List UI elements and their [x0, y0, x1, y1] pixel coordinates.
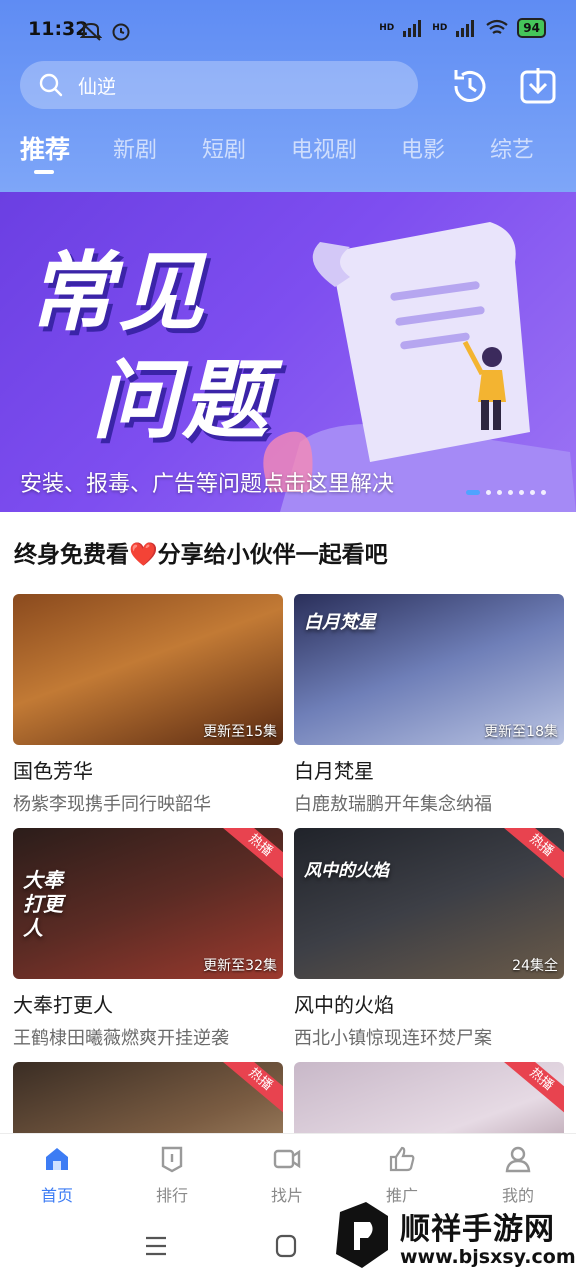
menu-icon[interactable] [144, 1235, 168, 1257]
tab-movie[interactable]: 电影 [401, 132, 445, 164]
bottom-tab-ranking[interactable]: 排行 [127, 1144, 217, 1206]
poster-title-art: 大奉打更人 [23, 868, 63, 940]
tab-new-drama[interactable]: 新剧 [113, 132, 157, 164]
bottom-tab-home[interactable]: 首页 [12, 1144, 102, 1206]
banner-headline-1: 常见 [28, 243, 208, 343]
tab-variety[interactable]: 综艺 [490, 132, 534, 164]
search-input[interactable]: 仙逆 [78, 72, 116, 99]
active-tab-indicator [34, 170, 54, 174]
net-label-1: HD [379, 23, 395, 33]
episode-badge: 更新至15集 [203, 724, 277, 740]
battery-indicator: 94 [517, 18, 546, 38]
net-label-2: HD [432, 23, 448, 33]
hot-tag: 热播 [500, 1062, 564, 1117]
episode-badge: 更新至18集 [484, 724, 558, 740]
hot-tag: 热播 [219, 828, 283, 883]
show-poster[interactable]: 白月梵星 更新至18集 [294, 594, 564, 745]
tab-short-drama[interactable]: 短剧 [202, 132, 246, 164]
faq-banner[interactable]: 常见 问题 安装、报毒、广告等问题点击这里解决 [0, 192, 576, 512]
user-icon [505, 1146, 531, 1173]
history-icon[interactable] [448, 64, 492, 108]
bottom-tab-label: 找片 [270, 1186, 303, 1205]
carousel-dot[interactable] [541, 490, 546, 495]
banner-illustration [263, 222, 576, 512]
section-title: 终身免费看❤️分享给小伙伴一起看吧 [14, 542, 388, 568]
hot-tag: 热播 [500, 828, 564, 883]
show-title: 大奉打更人 [13, 993, 113, 1017]
show-title: 白月梵星 [294, 759, 374, 783]
bottom-tab-find[interactable]: 找片 [242, 1144, 332, 1206]
show-title: 国色芳华 [13, 759, 93, 783]
show-title: 风中的火焰 [294, 993, 394, 1017]
carousel-dot[interactable] [508, 490, 513, 495]
search-bar[interactable]: 仙逆 [20, 61, 418, 109]
download-icon[interactable] [516, 64, 560, 108]
ranking-icon [161, 1146, 183, 1173]
poster-title-art: 白月梵星 [304, 612, 376, 633]
header: 11:32 HD HD 94 仙逆 推荐 新剧 短剧 电视剧 电影 综艺 [0, 0, 576, 192]
hot-tag: 热播 [219, 1062, 283, 1117]
mute-icon [80, 22, 102, 41]
watermark-url: www.bjsxsy.com [400, 1246, 576, 1268]
watermark-name: 顺祥手游网 [400, 1212, 555, 1247]
home-icon [46, 1148, 68, 1170]
alarm-icon [112, 23, 130, 41]
watermark-logo-icon [336, 1202, 388, 1268]
show-subtitle: 白鹿敖瑞鹏开年集念纳福 [294, 794, 492, 815]
tab-tv-series[interactable]: 电视剧 [291, 132, 357, 164]
carousel-dot[interactable] [497, 490, 502, 495]
wifi-icon [486, 19, 508, 34]
signal-icon-2 [456, 20, 475, 37]
category-tabs: 推荐 新剧 短剧 电视剧 电影 综艺 [0, 128, 576, 178]
show-subtitle: 王鹤棣田曦薇燃爽开挂逆袭 [13, 1028, 229, 1049]
bottom-tab-label: 排行 [155, 1186, 188, 1205]
show-subtitle: 西北小镇惊现连环焚尸案 [294, 1028, 492, 1049]
show-card[interactable]: 白月梵星 更新至18集 白月梵星 白鹿敖瑞鹏开年集念纳福 [294, 594, 564, 816]
banner-headline-2: 问题 [92, 351, 272, 451]
thumbs-up-icon [389, 1146, 415, 1172]
home-nav-icon[interactable] [275, 1234, 297, 1258]
carousel-dot-active[interactable] [466, 490, 480, 495]
status-right: HD HD 94 [379, 18, 546, 38]
show-card[interactable]: 更新至15集 国色芳华 杨紫李现携手同行映韶华 [13, 594, 283, 816]
episode-badge: 24集全 [512, 958, 558, 974]
show-poster[interactable]: 更新至15集 [13, 594, 283, 745]
show-poster[interactable]: 大奉打更人 热播 更新至32集 [13, 828, 283, 979]
search-icon [39, 73, 63, 97]
video-icon [273, 1149, 301, 1169]
show-poster[interactable]: 风中的火焰 热播 24集全 [294, 828, 564, 979]
carousel-dot[interactable] [530, 490, 535, 495]
poster-title-art: 风中的火焰 [304, 861, 389, 881]
carousel-dot[interactable] [519, 490, 524, 495]
show-subtitle: 杨紫李现携手同行映韶华 [13, 794, 211, 815]
carousel-dot[interactable] [486, 490, 491, 495]
bottom-tab-label: 首页 [40, 1186, 73, 1205]
tab-recommend[interactable]: 推荐 [20, 130, 70, 166]
episode-badge: 更新至32集 [203, 958, 277, 974]
banner-caption: 安装、报毒、广告等问题点击这里解决 [20, 472, 395, 497]
signal-icon [403, 20, 422, 37]
show-card[interactable]: 大奉打更人 热播 更新至32集 大奉打更人 王鹤棣田曦薇燃爽开挂逆袭 [13, 828, 283, 1050]
show-card[interactable]: 风中的火焰 热播 24集全 风中的火焰 西北小镇惊现连环焚尸案 [294, 828, 564, 1050]
watermark: 顺祥手游网 www.bjsxsy.com [328, 1190, 576, 1280]
carousel-dots [466, 490, 546, 495]
status-bar: 11:32 HD HD 94 [0, 0, 576, 60]
